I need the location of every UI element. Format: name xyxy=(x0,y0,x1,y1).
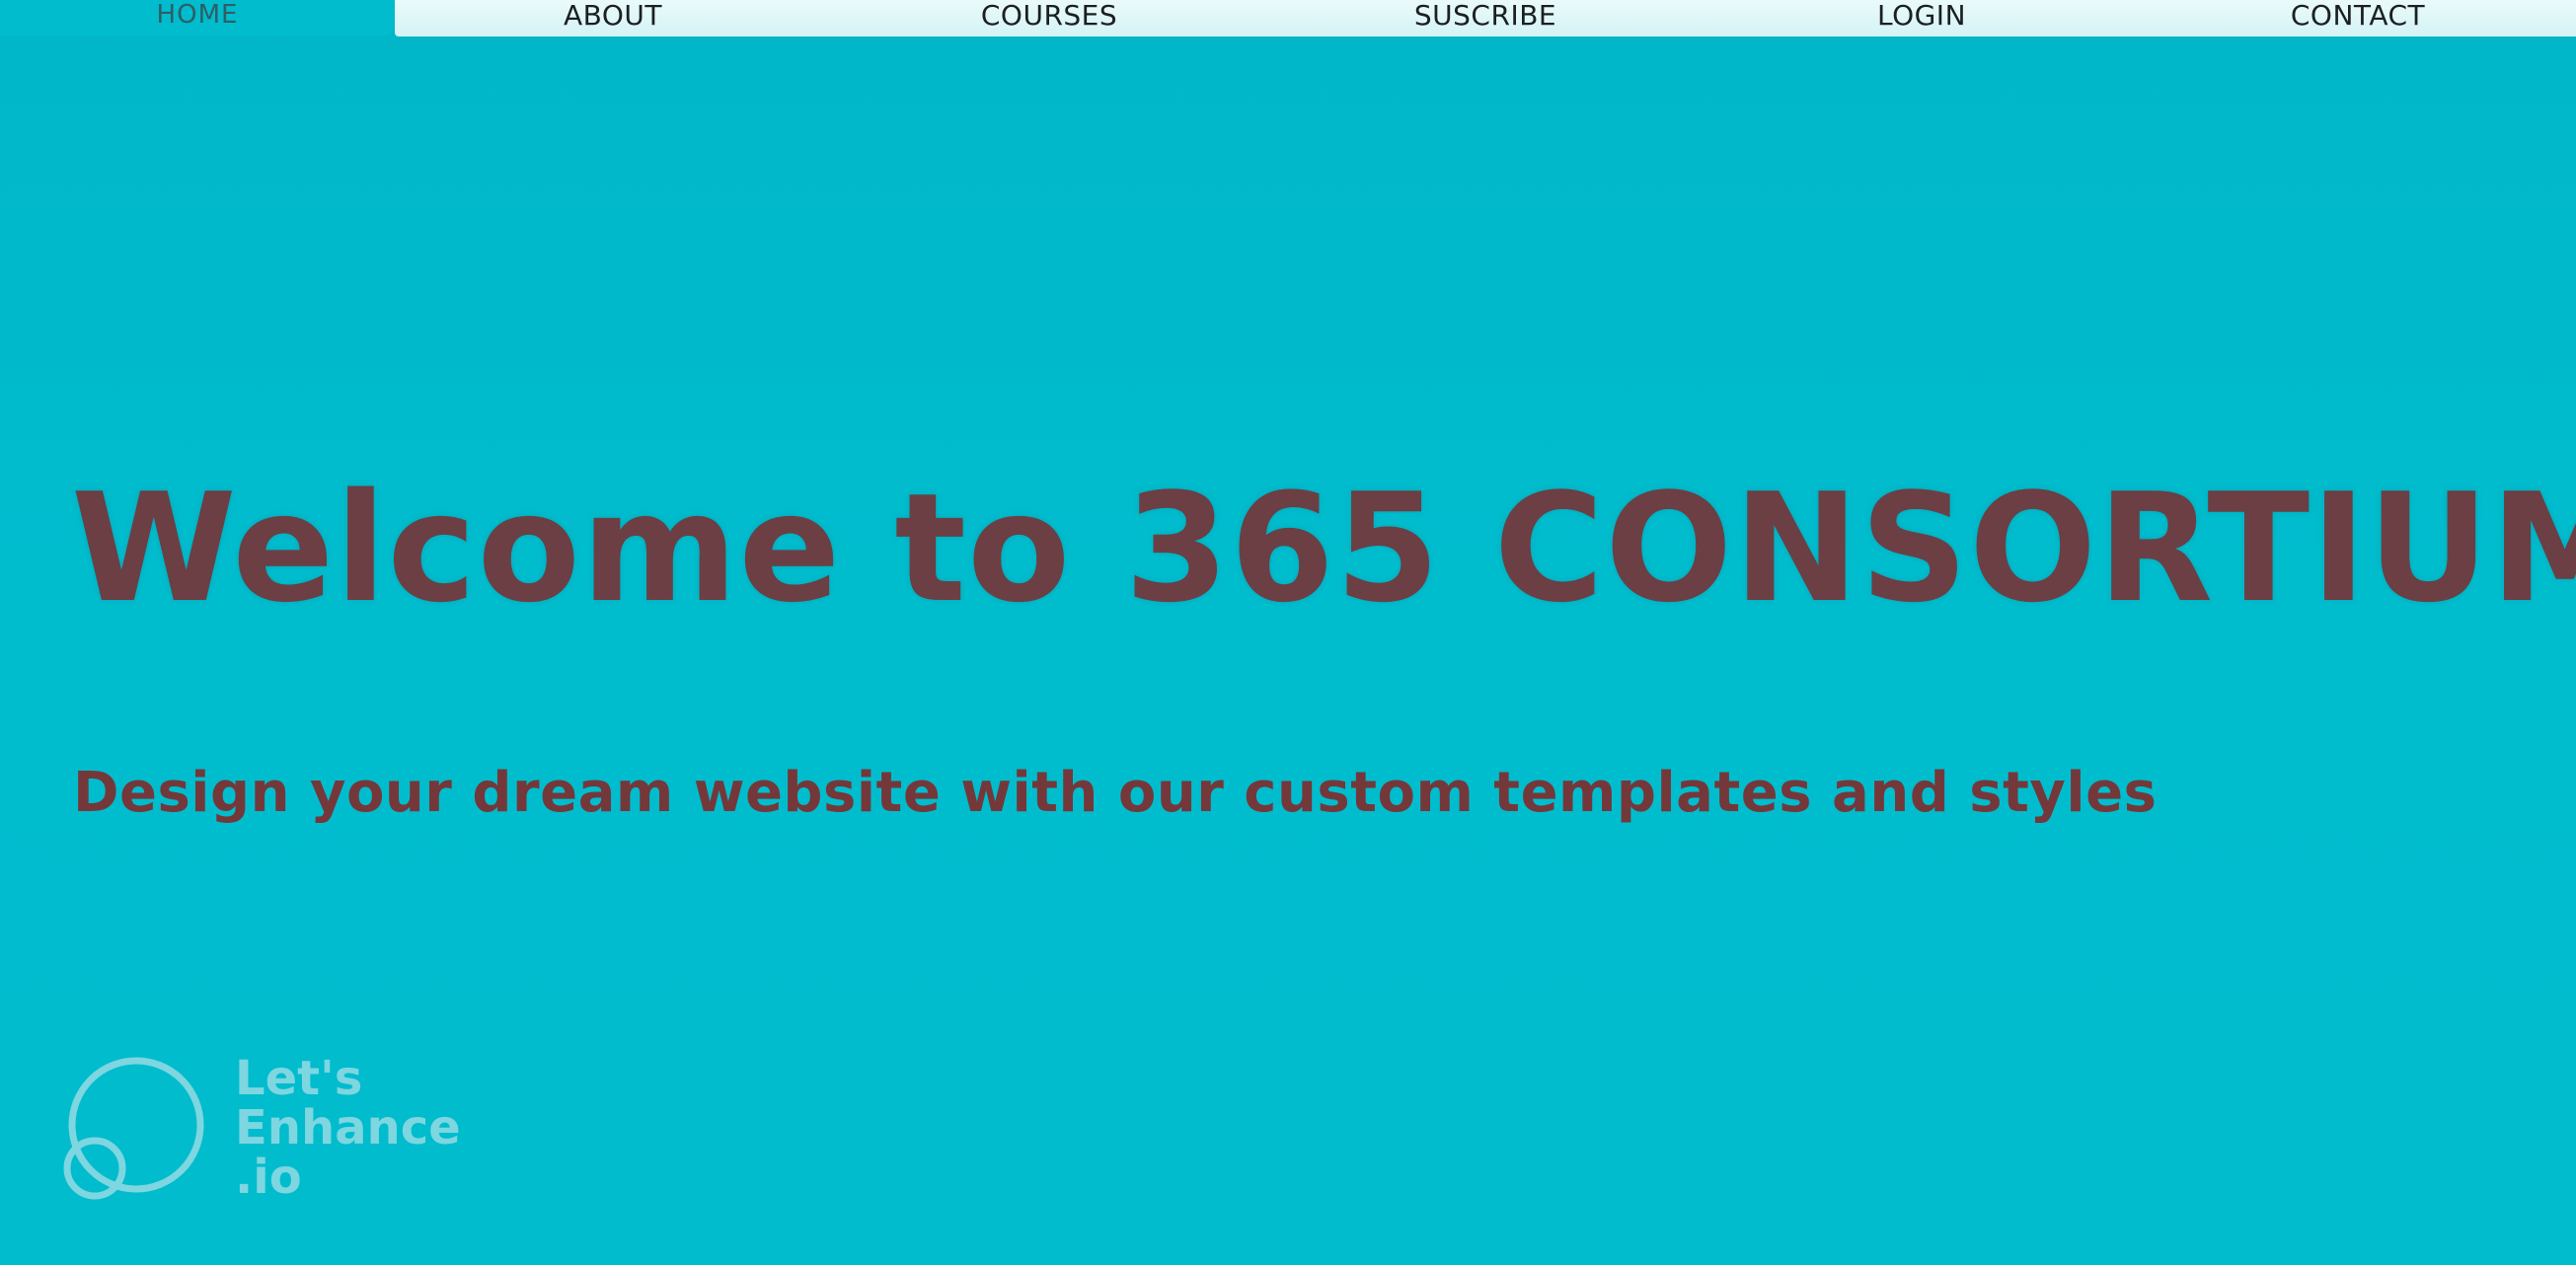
hero-subtitle: Design your dream website with our custo… xyxy=(73,761,2158,825)
hero-title: Welcome to 365 CONSORTIUM xyxy=(71,461,2576,635)
watermark: Let's Enhance .io xyxy=(61,1054,476,1212)
nav-item-home-label: HOME xyxy=(156,0,239,30)
nav-item-login[interactable]: LOGIN xyxy=(1704,0,2140,32)
nav-item-contact[interactable]: CONTACT xyxy=(2140,0,2576,32)
watermark-text: Let's Enhance .io xyxy=(235,1054,461,1202)
watermark-line-1: Let's xyxy=(235,1051,363,1106)
nav-item-login-label: LOGIN xyxy=(1876,0,1967,32)
nav-item-subscribe-label: SUSCRIBE xyxy=(1413,0,1557,32)
nav-item-about[interactable]: ABOUT xyxy=(395,0,831,32)
watermark-line-3: .io xyxy=(235,1150,302,1205)
nav-item-courses-label: COURSES xyxy=(980,0,1118,32)
letsenhance-logo-icon xyxy=(63,1057,204,1200)
nav-item-subscribe[interactable]: SUSCRIBE xyxy=(1267,0,1704,32)
nav-item-contact-label: CONTACT xyxy=(2290,0,2426,32)
watermark-line-2: Enhance xyxy=(235,1100,461,1155)
nav-item-home[interactable]: HOME xyxy=(0,0,395,37)
nav-item-courses[interactable]: COURSES xyxy=(831,0,1267,32)
nav-item-about-label: ABOUT xyxy=(563,0,662,32)
top-navigation: HOME ABOUT COURSES SUSCRIBE LOGIN CONTAC… xyxy=(0,0,2576,37)
nav-bar-strip: ABOUT COURSES SUSCRIBE LOGIN CONTACT xyxy=(395,0,2576,37)
